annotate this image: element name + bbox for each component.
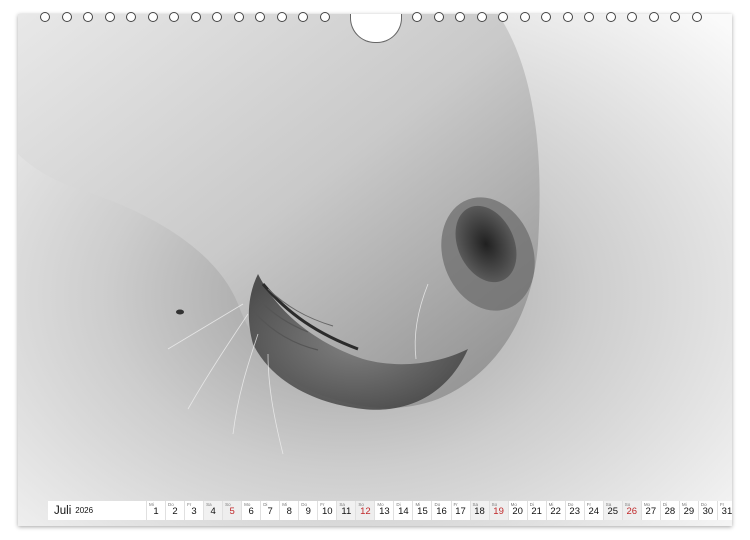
day-number: 10 bbox=[322, 506, 333, 517]
day-number: 28 bbox=[664, 506, 676, 517]
calendar-page: Juli 2026 Mi 1 Do 2 Fr 3 Sa 4 So 5 Mo 6 Di 7 Mi 8 Do 9 Fr 1… bbox=[18, 14, 732, 526]
day-number: 14 bbox=[398, 506, 409, 517]
day-number: 25 bbox=[607, 506, 619, 517]
day-cell: Di 21 bbox=[526, 501, 546, 520]
day-cell: Mo 20 bbox=[507, 501, 527, 520]
day-number: 31 bbox=[721, 506, 732, 517]
day-cell: Mo 27 bbox=[640, 501, 660, 520]
day-cell: Do 30 bbox=[697, 501, 717, 520]
day-cell: Do 2 bbox=[165, 501, 185, 520]
day-cell: Mi 22 bbox=[545, 501, 565, 520]
day-number: 18 bbox=[474, 506, 485, 517]
day-number: 3 bbox=[191, 506, 197, 517]
day-number: 24 bbox=[588, 506, 600, 517]
day-number: 16 bbox=[436, 506, 447, 517]
binding-ring bbox=[319, 12, 330, 22]
horse-muzzle-photo bbox=[18, 14, 732, 526]
day-cell: Do 23 bbox=[564, 501, 584, 520]
day-cell: Sa 11 bbox=[336, 501, 356, 520]
day-cell: So 5 bbox=[222, 501, 242, 520]
binding-ring bbox=[169, 12, 179, 22]
day-number: 23 bbox=[569, 506, 580, 517]
binding-ring bbox=[627, 12, 637, 22]
day-number: 15 bbox=[417, 506, 428, 517]
day-number: 8 bbox=[286, 506, 292, 517]
day-cell: Sa 18 bbox=[469, 501, 489, 520]
day-number: 6 bbox=[248, 506, 254, 517]
day-cell: So 26 bbox=[621, 501, 641, 520]
binding-ring bbox=[498, 12, 508, 22]
binding-ring bbox=[233, 12, 244, 22]
day-number: 29 bbox=[683, 506, 695, 517]
binding-ring bbox=[584, 12, 594, 22]
day-cell: Mi 8 bbox=[279, 501, 299, 520]
day-cell: So 19 bbox=[488, 501, 508, 520]
binding-ring bbox=[83, 12, 93, 22]
binding-ring bbox=[433, 12, 444, 22]
day-number: 17 bbox=[455, 506, 466, 517]
binding-ring bbox=[104, 12, 115, 22]
day-number: 2 bbox=[172, 506, 178, 517]
month-label: Juli 2026 bbox=[48, 501, 146, 520]
day-cell: Di 7 bbox=[260, 501, 280, 520]
day-number: 22 bbox=[550, 506, 561, 517]
binding-ring bbox=[691, 12, 702, 22]
binding-ring bbox=[212, 12, 222, 22]
binding-ring bbox=[455, 12, 465, 22]
day-cell: Sa 25 bbox=[602, 501, 622, 520]
binding-ring bbox=[190, 12, 201, 22]
binding-ring bbox=[476, 12, 487, 22]
binding-ring bbox=[670, 12, 680, 22]
day-cell: Do 9 bbox=[298, 501, 318, 520]
day-cells: Mi 1 Do 2 Fr 3 Sa 4 So 5 Mo 6 Di 7 Mi 8 Do 9 Fr 10 Sa 11 So 12 M… bbox=[146, 501, 732, 520]
day-cell: Fr 24 bbox=[583, 501, 603, 520]
binding-ring bbox=[276, 12, 287, 22]
day-number: 9 bbox=[305, 506, 311, 517]
day-cell: Mi 15 bbox=[412, 501, 432, 520]
binding-ring bbox=[40, 12, 50, 22]
binding-ring bbox=[648, 12, 659, 22]
day-number: 19 bbox=[493, 506, 504, 517]
day-cell: Mo 6 bbox=[241, 501, 261, 520]
binding-ring bbox=[412, 12, 422, 22]
day-number: 7 bbox=[267, 506, 273, 517]
day-number: 11 bbox=[341, 506, 352, 517]
binding-ring bbox=[255, 12, 265, 22]
day-cell: Fr 10 bbox=[317, 501, 337, 520]
day-number: 4 bbox=[210, 506, 216, 517]
day-cell: Mo 13 bbox=[374, 501, 394, 520]
day-number: 1 bbox=[153, 506, 159, 517]
binding-ring bbox=[126, 12, 136, 22]
day-number: 5 bbox=[229, 506, 235, 517]
day-cell: Fr 17 bbox=[450, 501, 470, 520]
day-cell: Fr 3 bbox=[184, 501, 204, 520]
day-number: 12 bbox=[360, 506, 371, 517]
binding-ring bbox=[541, 12, 551, 22]
day-number: 26 bbox=[626, 506, 638, 517]
day-number: 30 bbox=[702, 506, 714, 517]
binding-ring bbox=[562, 12, 573, 22]
binding-ring bbox=[298, 12, 308, 22]
month-name: Juli bbox=[54, 504, 72, 517]
day-cell: So 12 bbox=[355, 501, 375, 520]
day-number: 27 bbox=[645, 506, 657, 517]
day-cell: Di 28 bbox=[659, 501, 679, 520]
day-cell: Do 16 bbox=[431, 501, 451, 520]
day-cell: Di 14 bbox=[393, 501, 413, 520]
day-number: 21 bbox=[531, 506, 542, 517]
day-cell: Sa 4 bbox=[203, 501, 223, 520]
binding-ring bbox=[605, 12, 616, 22]
binding-ring bbox=[61, 12, 72, 22]
day-number: 20 bbox=[512, 506, 523, 517]
calendar-strip: Juli 2026 Mi 1 Do 2 Fr 3 Sa 4 So 5 Mo 6 Di 7 Mi 8 Do 9 Fr 1… bbox=[48, 501, 732, 520]
binding-ring bbox=[519, 12, 530, 22]
day-cell: Fr 31 bbox=[716, 501, 732, 520]
binding-ring bbox=[147, 12, 158, 22]
year-label: 2026 bbox=[75, 506, 94, 515]
day-cell: Mi 1 bbox=[146, 501, 166, 520]
day-number: 13 bbox=[379, 506, 390, 517]
day-cell: Mi 29 bbox=[678, 501, 698, 520]
